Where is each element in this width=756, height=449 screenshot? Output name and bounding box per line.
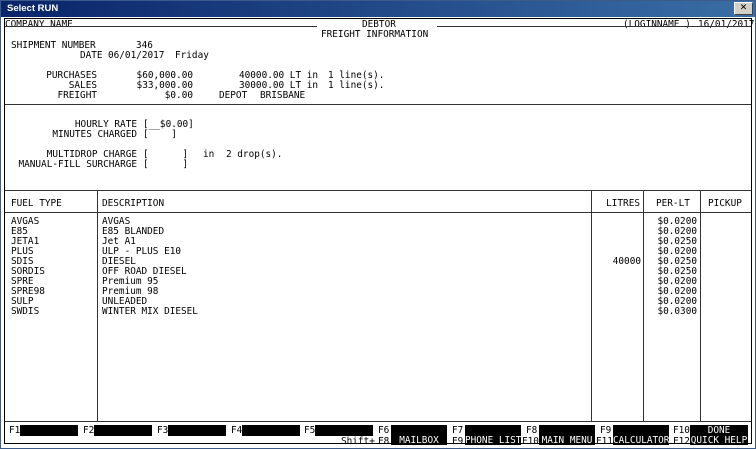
freight-label: FREIGHT [57,90,97,101]
table-header-rule [5,212,751,213]
f7-key[interactable]: F7 [452,425,463,436]
phone-list-button[interactable]: PHONE LIST [465,436,521,446]
multidrop-in: in [203,149,215,160]
drops-count: 2 drop(s). [226,149,283,160]
section-divider-2 [5,190,751,191]
manual-fill-label: MANUAL-FILL SURCHARGE [18,159,137,170]
company-name: COMPANY NAME [5,19,73,30]
shipment-day-value: Friday [175,50,209,61]
per-lt-list[interactable]: $0.0200 $0.0200 $0.0250 $0.0200 $0.0250 … [645,217,697,317]
shift-f11-key[interactable]: F11 [596,436,613,447]
footer-rule [5,421,751,422]
col-divider-4 [700,191,701,421]
header-date: 16/01/2017 [698,19,755,30]
f4-key[interactable]: F4 [231,425,242,436]
shift-f10-key[interactable]: F10 [522,436,539,447]
f5-key[interactable]: F5 [304,425,315,436]
sales-lines: 1 line(s). [328,80,385,91]
f2-key[interactable]: F2 [83,425,94,436]
fuel-type-list[interactable]: AVGAS E85 JETA1 PLUS SDIS SORDIS SPRE SP… [11,217,45,317]
shipment-date-value: 06/01/2017 [108,50,165,61]
f2-slot[interactable] [94,425,152,436]
shift-f8-key[interactable]: F8 [378,436,389,447]
shift-f12-key[interactable]: F12 [673,436,690,447]
window-title: Select RUN [7,3,59,14]
litres-list[interactable]: 40000 [593,217,641,307]
f1-key[interactable]: F1 [9,425,20,436]
terminal-screen: COMPANY NAME DEBTOR (LOGINNAME ) 16/01/2… [4,18,755,447]
f8-key[interactable]: F8 [526,425,537,436]
f10-key[interactable]: F10 [673,425,690,436]
depot-label: DEPOT [219,90,248,101]
col-header-litres: LITRES [606,198,640,209]
calculator-button[interactable]: CALCULATOR [613,436,669,446]
header-rule-left [5,26,317,27]
close-button[interactable]: ✕ [734,2,753,15]
quick-help-button[interactable]: QUICK HELP [690,436,748,446]
shift-modifier: Shift+ [341,436,375,447]
description-list[interactable]: AVGAS E85 BLANDED Jet A1 ULP - PLUS E10 … [102,217,198,317]
minutes-charged-label: MINUTES CHARGED [52,129,137,140]
f3-key[interactable]: F3 [157,425,168,436]
login-name: (LOGINNAME ) [623,19,691,30]
f6-key[interactable]: F6 [378,425,389,436]
depot-value: BRISBANE [260,90,306,101]
manual-fill-field[interactable]: [ ] [143,159,188,170]
freight-value: $0.00 [164,90,193,101]
header-rule-right [437,26,751,27]
col-header-fuel-type: FUEL TYPE [11,198,62,209]
f4-slot[interactable] [242,425,300,436]
col-divider-3 [643,191,644,421]
app-window: Select RUN ✕ COMPANY NAME DEBTOR (LOGINN… [0,0,756,449]
shift-f9-key[interactable]: F9 [452,436,463,447]
section-divider-1 [5,104,751,105]
f5-slot[interactable] [315,425,373,436]
col-header-per-lt: PER-LT [656,198,690,209]
col-divider-2 [591,191,592,421]
f9-key[interactable]: F9 [600,425,611,436]
main-menu-button[interactable]: MAIN MENU [539,436,595,446]
f3-slot[interactable] [168,425,226,436]
mailbox-button[interactable]: MAILBOX [391,436,447,446]
col-header-description: DESCRIPTION [102,198,165,209]
col-divider-1 [97,191,98,421]
col-header-pickup: PICKUP [708,198,742,209]
title-bar[interactable]: Select RUN ✕ [1,1,755,17]
shipment-date-label: DATE [80,50,103,61]
f1-slot[interactable] [20,425,78,436]
screen-subtitle: FREIGHT INFORMATION [321,29,429,40]
minutes-charged-field[interactable]: [ ] [143,129,177,140]
